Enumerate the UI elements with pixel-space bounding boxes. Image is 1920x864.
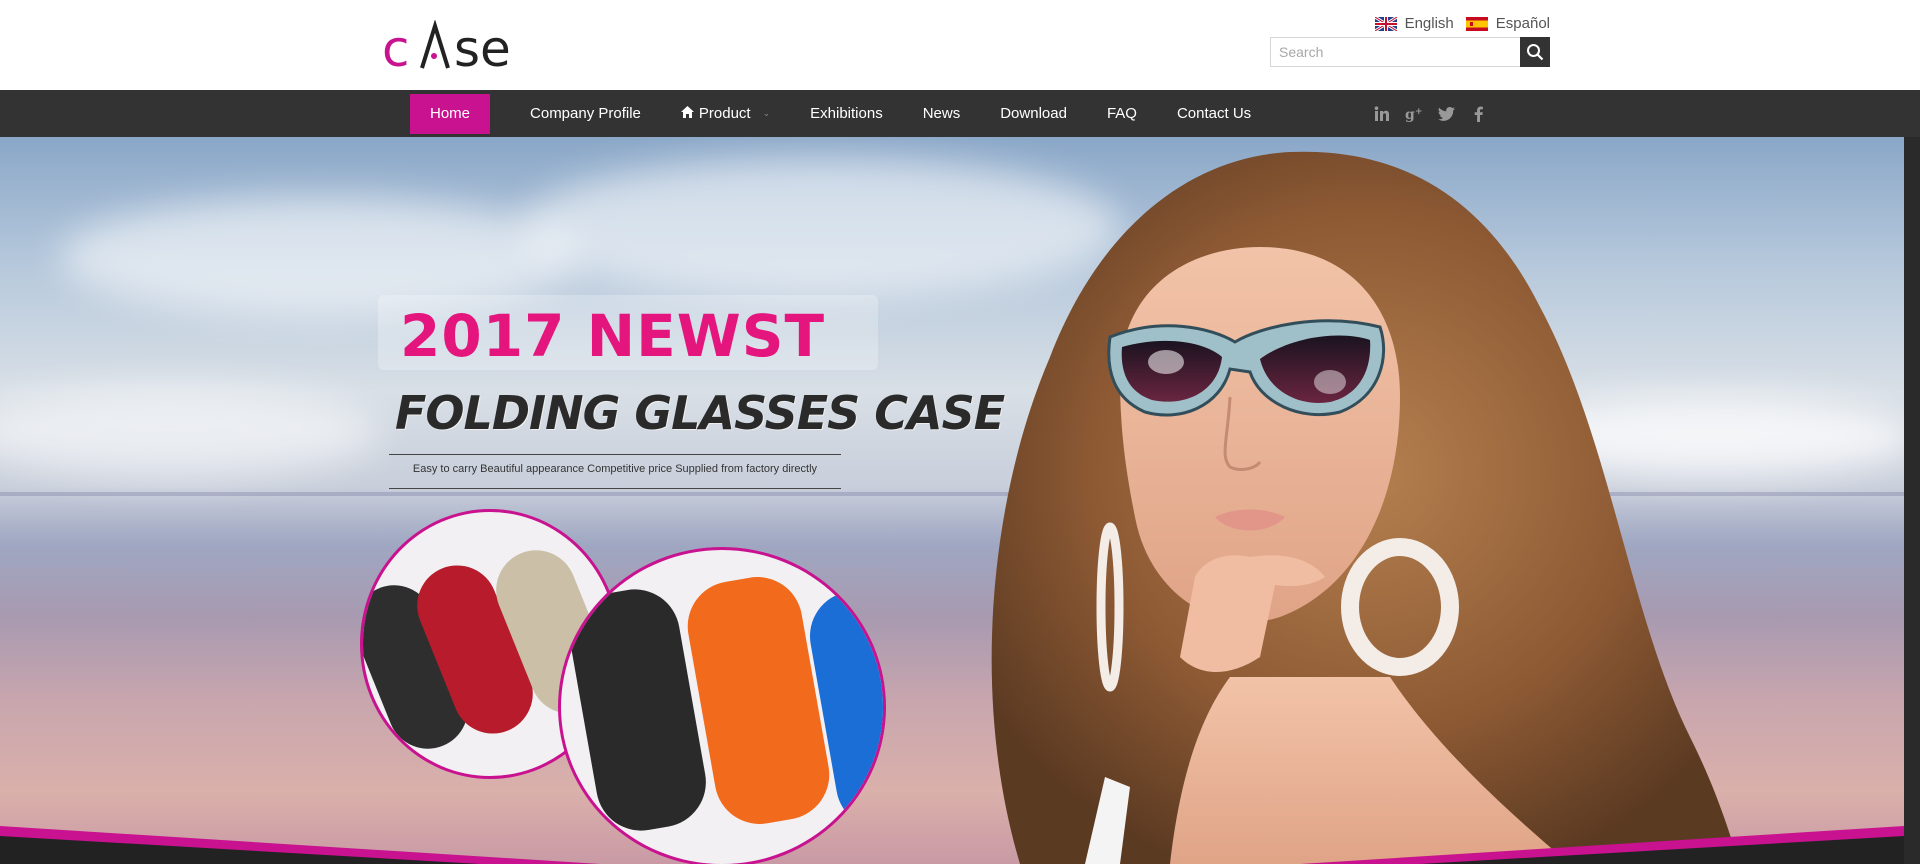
nav-menu: Home Company Profile Product ⌄ Exhibitio… [410,90,1271,137]
accent-stripe [0,826,1904,864]
lang-english[interactable]: English [1374,15,1454,32]
lang-spanish-label[interactable]: Español [1496,15,1550,32]
lang-english-label[interactable]: English [1405,15,1454,32]
lang-spanish[interactable]: Español [1465,15,1550,32]
site-header: c se cAse English [0,0,1920,90]
nav-faq[interactable]: FAQ [1087,94,1157,134]
spain-flag-icon [1465,16,1488,31]
hero-subheadline: FOLDING GLASSES CASE [395,386,1005,440]
linkedin-icon[interactable] [1372,104,1392,124]
nav-download-label[interactable]: Download [1000,105,1067,122]
nav-company-profile[interactable]: Company Profile [510,94,661,134]
svg-text:g: g [1405,107,1415,122]
search-icon [1527,44,1544,61]
svg-text:se: se [454,20,511,76]
hero-headline: 2017 NEWST [400,302,826,370]
facebook-icon[interactable] [1468,104,1488,124]
nav-contact-us[interactable]: Contact Us [1157,94,1271,134]
nav-news-label[interactable]: News [923,105,961,122]
search-button[interactable] [1520,37,1550,67]
hero-banner[interactable]: 2017 NEWST FOLDING GLASSES CASE Easy to … [0,137,1904,864]
logo-icon: c se [382,20,511,76]
nav-exhibitions[interactable]: Exhibitions [790,94,903,134]
svg-text:c: c [382,20,410,76]
tagline-divider-bottom [389,488,841,489]
nav-home-label[interactable]: Home [430,105,470,122]
hero-tagline: Easy to carry Beautiful appearance Compe… [412,463,818,475]
nav-download[interactable]: Download [980,94,1087,134]
nav-product[interactable]: Product ⌄ [661,94,790,134]
search-form [1270,37,1550,67]
nav-company-profile-label[interactable]: Company Profile [530,105,641,122]
svg-text:+: + [1415,107,1423,117]
twitter-icon[interactable] [1436,104,1456,124]
nav-contact-us-label[interactable]: Contact Us [1177,105,1251,122]
nav-home[interactable]: Home [410,93,491,134]
nav-product-label[interactable]: Product [699,105,751,122]
nav-exhibitions-label[interactable]: Exhibitions [810,105,883,122]
nav-faq-label[interactable]: FAQ [1107,105,1137,122]
google-plus-icon[interactable]: g + [1404,104,1424,124]
product-circle-right [558,547,886,864]
nav-news[interactable]: News [903,94,981,134]
search-input[interactable] [1270,37,1520,67]
site-logo[interactable]: c se cAse [382,20,532,76]
social-links: g + [1372,90,1488,137]
page-edge-strip [1904,137,1920,864]
language-switcher: English Español [1374,15,1550,32]
main-nav: Home Company Profile Product ⌄ Exhibitio… [0,90,1920,137]
tagline-divider-top [389,454,841,455]
model-photo [991,151,1740,864]
chevron-down-icon: ⌄ [762,108,771,118]
uk-flag-icon [1374,16,1397,31]
home-icon [680,105,694,122]
cloud-decoration [0,387,380,477]
